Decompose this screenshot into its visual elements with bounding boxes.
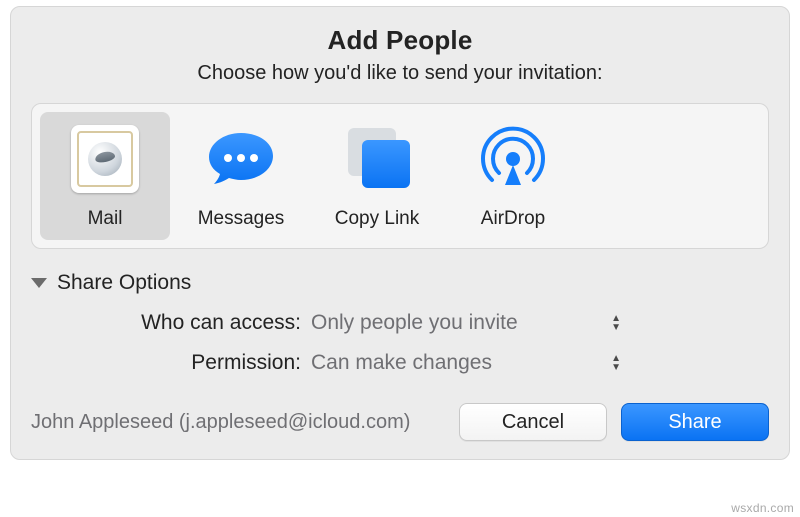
access-value: Only people you invite — [311, 311, 518, 335]
watermark: wsxdn.com — [731, 501, 794, 515]
cancel-button[interactable]: Cancel — [459, 403, 607, 441]
popup-stepper-icon: ▲▼ — [611, 315, 621, 332]
sheet-title: Add People — [31, 25, 769, 56]
send-option-label: Copy Link — [335, 208, 420, 230]
send-option-label: Mail — [88, 208, 123, 230]
send-option-label: AirDrop — [481, 208, 545, 230]
disclosure-triangle-icon — [31, 278, 47, 288]
popup-stepper-icon: ▲▼ — [611, 355, 621, 372]
share-button[interactable]: Share — [621, 403, 769, 441]
access-label: Who can access: — [81, 311, 301, 335]
share-options-disclosure[interactable]: Share Options — [31, 271, 769, 295]
permission-label: Permission: — [81, 351, 301, 375]
share-options-label: Share Options — [57, 271, 191, 295]
send-options-row: Mail — [31, 103, 769, 249]
copy-link-icon — [342, 112, 412, 206]
messages-icon — [206, 112, 276, 206]
airdrop-icon — [479, 112, 547, 206]
mail-icon — [71, 112, 139, 206]
sheet-subtitle: Choose how you'd like to send your invit… — [31, 62, 769, 85]
send-option-label: Messages — [198, 208, 285, 230]
send-option-messages[interactable]: Messages — [176, 112, 306, 240]
access-popup[interactable]: Only people you invite ▲▼ — [311, 311, 621, 335]
add-people-sheet: Add People Choose how you'd like to send… — [10, 6, 790, 460]
permission-popup[interactable]: Can make changes ▲▼ — [311, 351, 621, 375]
sheet-footer: John Appleseed (j.appleseed@icloud.com) … — [31, 403, 769, 441]
send-option-airdrop[interactable]: AirDrop — [448, 112, 578, 240]
send-option-mail[interactable]: Mail — [40, 112, 170, 240]
permission-value: Can make changes — [311, 351, 492, 375]
send-option-copy-link[interactable]: Copy Link — [312, 112, 442, 240]
share-options-form: Who can access: Only people you invite ▲… — [81, 311, 749, 375]
owner-identity: John Appleseed (j.appleseed@icloud.com) — [31, 411, 445, 434]
